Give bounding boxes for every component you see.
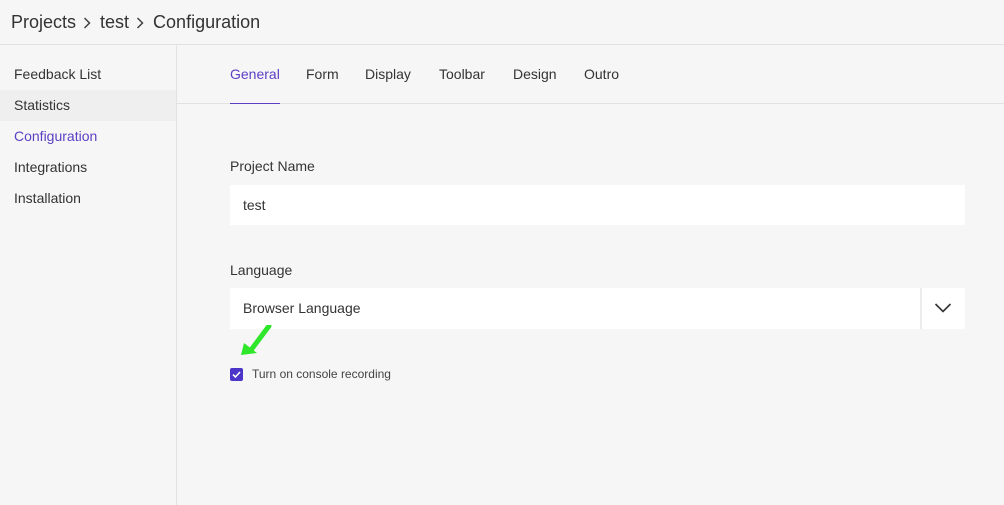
tab-bar: General Form Display Toolbar Design Outr…: [177, 45, 1004, 104]
select-divider: [920, 288, 922, 329]
sidebar-item-integrations[interactable]: Integrations: [0, 152, 176, 183]
sidebar: Feedback List Statistics Configuration I…: [0, 45, 177, 505]
tab-display[interactable]: Display: [365, 45, 411, 104]
project-name-input[interactable]: [230, 185, 965, 225]
chevron-right-icon: [129, 14, 153, 30]
breadcrumb-item-projects[interactable]: Projects: [11, 12, 76, 33]
tab-general[interactable]: General: [230, 45, 280, 104]
chevron-right-icon: [76, 14, 100, 30]
sidebar-item-statistics[interactable]: Statistics: [0, 90, 176, 121]
language-label: Language: [230, 262, 293, 278]
sidebar-item-installation[interactable]: Installation: [0, 183, 176, 214]
sidebar-item-configuration[interactable]: Configuration: [0, 121, 176, 152]
breadcrumb-item-current: Configuration: [153, 11, 261, 32]
tab-toolbar[interactable]: Toolbar: [439, 45, 485, 104]
chevron-down-icon[interactable]: [934, 301, 952, 319]
breadcrumb-item-project[interactable]: test: [100, 12, 129, 33]
tab-outro[interactable]: Outro: [584, 45, 619, 104]
green-arrow-icon: [241, 325, 272, 355]
project-name-label: Project Name: [230, 158, 315, 174]
sidebar-item-feedback-list[interactable]: Feedback List: [0, 59, 176, 90]
tab-design[interactable]: Design: [513, 45, 557, 104]
breadcrumb: Projects test Configuration: [0, 0, 1004, 45]
language-select-value: Browser Language: [243, 300, 361, 316]
tab-form[interactable]: Form: [306, 45, 339, 104]
main-content: General Form Display Toolbar Design Outr…: [177, 45, 1004, 505]
language-select[interactable]: Browser Language: [230, 288, 965, 329]
